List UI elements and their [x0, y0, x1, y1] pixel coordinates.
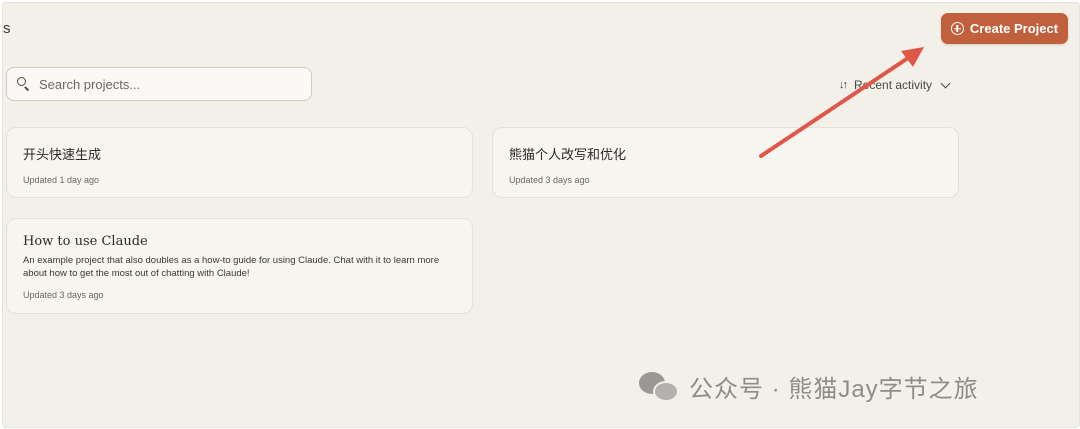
annotation-arrow: [759, 47, 924, 158]
watermark-text: 公众号 · 熊猫Jay字节之旅: [689, 376, 979, 403]
arrow-shaft: [759, 54, 913, 158]
watermark: 公众号 · 熊猫Jay字节之旅: [639, 369, 979, 404]
wechat-icon: [639, 371, 681, 402]
projects-page: s Create Project ↓↑ Recent activity 开头快速…: [2, 2, 1080, 428]
arrow-head: [901, 47, 924, 67]
